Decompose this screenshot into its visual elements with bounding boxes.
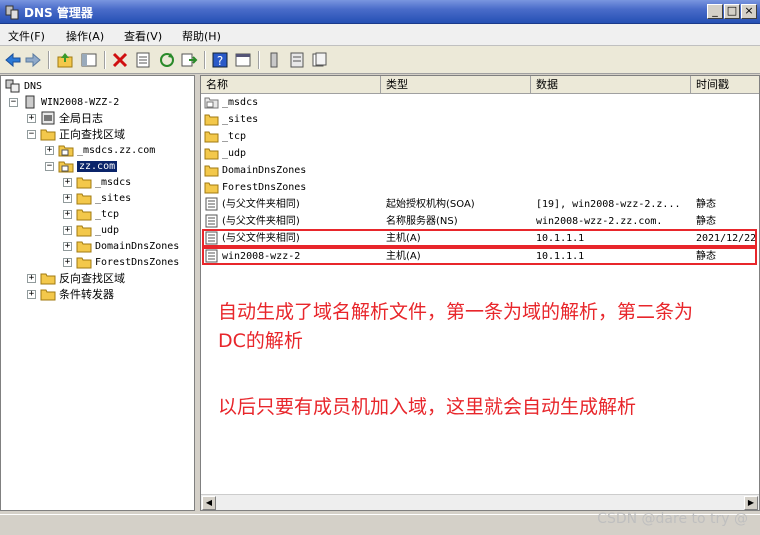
menu-help[interactable]: 帮助(H) <box>182 28 221 44</box>
column-name[interactable]: 名称 <box>201 76 381 94</box>
folder-icon <box>204 148 219 160</box>
folder-icon <box>76 225 92 237</box>
collapse-icon[interactable]: − <box>45 161 54 171</box>
zone-icon <box>58 161 74 173</box>
back-icon[interactable] <box>4 51 22 69</box>
records-list: 名称 类型 数据 时间戳 _msdcs _sites _tcp _udp Dom… <box>200 75 760 511</box>
maximize-button[interactable]: □ <box>724 4 740 19</box>
folder-icon <box>76 241 92 253</box>
dns-app-icon <box>5 5 19 20</box>
folder-icon <box>204 165 219 177</box>
expand-icon[interactable]: + <box>63 209 72 219</box>
table-row[interactable]: (与父文件夹相同) 名称服务器(NS) win2008-wzz-2.zz.com… <box>201 213 759 230</box>
watermark: CSDN @dare to try @ <box>597 511 748 527</box>
zone-icon <box>58 145 74 157</box>
folder-icon <box>40 129 56 141</box>
menu-action[interactable]: 操作(A) <box>66 28 104 44</box>
expand-icon[interactable]: + <box>63 177 72 187</box>
tree-node-server[interactable]: − WIN2008-WZZ-2 <box>9 94 119 110</box>
zone-folder-icon <box>204 97 219 109</box>
list-item[interactable]: _udp <box>201 145 759 162</box>
delete-icon[interactable] <box>111 51 129 69</box>
expand-icon[interactable]: + <box>27 113 36 123</box>
annotation-line-2: DC的解析 <box>218 330 303 352</box>
tree-node-zz-zone[interactable]: − zz.com <box>45 158 118 174</box>
folder-icon <box>40 289 56 301</box>
highlight-box-domain-record <box>202 229 757 247</box>
tree-node-global-log[interactable]: + 全局日志 <box>27 110 103 126</box>
menu-view[interactable]: 查看(V) <box>124 28 162 44</box>
record-icon <box>205 197 218 211</box>
expand-icon[interactable]: + <box>45 145 54 155</box>
mmc-icon[interactable] <box>234 51 252 69</box>
folder-icon <box>204 182 219 194</box>
tree-node-zz-sites[interactable]: + _sites <box>63 190 131 206</box>
collapse-icon[interactable]: − <box>9 97 18 107</box>
annotation-line-3: 以后只要有成员机加入域，这里就会自动生成解析 <box>218 396 637 418</box>
tree-node-forward-zones[interactable]: − 正向查找区域 <box>27 126 125 142</box>
tree-node-dns[interactable]: DNS <box>5 78 42 94</box>
records-icon[interactable] <box>310 51 328 69</box>
folder-icon <box>204 114 219 126</box>
list-item[interactable]: _msdcs <box>201 94 759 111</box>
column-type[interactable]: 类型 <box>381 76 531 94</box>
svg-text:?: ? <box>217 54 223 68</box>
properties-icon[interactable] <box>134 51 152 69</box>
help-icon[interactable]: ? <box>211 51 229 69</box>
server-icon[interactable] <box>265 51 283 69</box>
column-timestamp[interactable]: 时间戳 <box>691 76 759 94</box>
folder-icon <box>76 209 92 221</box>
record-icon <box>205 214 218 228</box>
list-item[interactable]: ForestDnsZones <box>201 179 759 196</box>
tree-node-zz-domaindnszones[interactable]: + DomainDnsZones <box>63 238 179 254</box>
list-view-icon[interactable] <box>288 51 306 69</box>
expand-icon[interactable]: + <box>63 241 72 251</box>
list-item[interactable]: _sites <box>201 111 759 128</box>
server-icon <box>25 95 35 109</box>
close-button[interactable]: × <box>741 4 757 19</box>
toolbar: ? <box>0 46 760 74</box>
log-icon <box>41 111 55 125</box>
scroll-left-icon[interactable]: ◀ <box>202 496 216 510</box>
tree-node-zz-udp[interactable]: + _udp <box>63 222 119 238</box>
scroll-right-icon[interactable]: ▶ <box>744 496 758 510</box>
folder-icon <box>76 177 92 189</box>
folder-icon <box>76 257 92 269</box>
column-data[interactable]: 数据 <box>531 76 691 94</box>
tree-node-conditional-forwarders[interactable]: + 条件转发器 <box>27 286 114 302</box>
forward-icon[interactable] <box>24 51 42 69</box>
list-header: 名称 类型 数据 时间戳 <box>201 76 759 94</box>
tree-node-reverse-zones[interactable]: + 反向查找区域 <box>27 270 125 286</box>
window-title: DNS 管理器 <box>24 6 93 20</box>
export-icon[interactable] <box>180 51 198 69</box>
annotation-line-1: 自动生成了域名解析文件，第一条为域的解析，第二条为 <box>218 301 694 323</box>
list-item[interactable]: _tcp <box>201 128 759 145</box>
highlight-box-dc-record <box>202 247 757 265</box>
menu-bar: 文件(F) 操作(A) 查看(V) 帮助(H) <box>0 24 760 46</box>
expand-icon[interactable]: + <box>27 289 36 299</box>
title-bar: DNS 管理器 _ □ × <box>0 0 760 24</box>
expand-icon[interactable]: + <box>27 273 36 283</box>
folder-icon <box>204 131 219 143</box>
expand-icon[interactable]: + <box>63 257 72 267</box>
dns-icon <box>5 79 20 93</box>
folder-icon <box>76 193 92 205</box>
list-item[interactable]: DomainDnsZones <box>201 162 759 179</box>
refresh-icon[interactable] <box>158 51 176 69</box>
tree-node-zz-msdcs[interactable]: + _msdcs <box>63 174 131 190</box>
folder-icon <box>40 273 56 285</box>
expand-icon[interactable]: + <box>63 193 72 203</box>
minimize-button[interactable]: _ <box>707 4 723 19</box>
up-folder-icon[interactable] <box>56 51 74 69</box>
table-row[interactable]: (与父文件夹相同) 起始授权机构(SOA) [19], win2008-wzz-… <box>201 196 759 213</box>
menu-file[interactable]: 文件(F) <box>8 28 45 44</box>
show-hide-tree-icon[interactable] <box>80 51 98 69</box>
tree-node-zz-tcp[interactable]: + _tcp <box>63 206 119 222</box>
tree-node-msdcs-zone[interactable]: + _msdcs.zz.com <box>45 142 155 158</box>
horizontal-scrollbar[interactable]: ◀ ▶ <box>201 494 759 510</box>
collapse-icon[interactable]: − <box>27 129 36 139</box>
console-tree: DNS − WIN2008-WZZ-2 + 全局日志 − 正向查找区域 + _m… <box>0 75 195 511</box>
expand-icon[interactable]: + <box>63 225 72 235</box>
tree-node-zz-forestdnszones[interactable]: + ForestDnsZones <box>63 254 179 270</box>
